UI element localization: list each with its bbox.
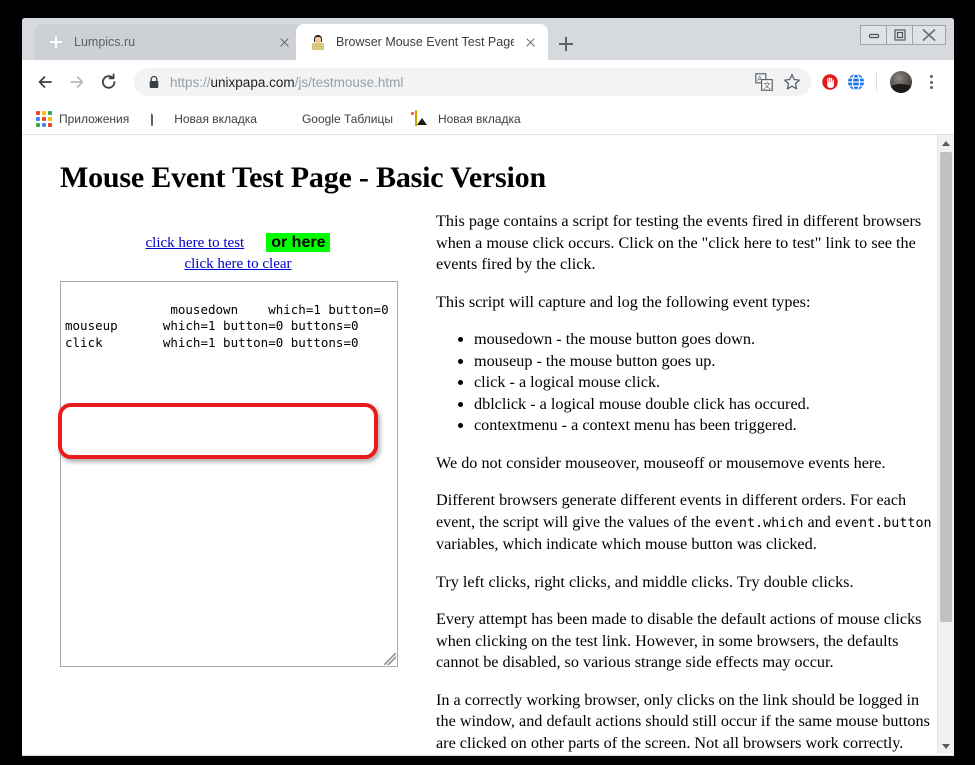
page-title: Mouse Event Test Page - Basic Version	[60, 161, 937, 195]
list-item: mousedown - the mouse button goes down.	[474, 329, 936, 351]
paragraph-event-types-lead: This script will capture and log the fol…	[436, 292, 936, 314]
adblock-extension-icon[interactable]	[817, 69, 843, 95]
new-tab-button[interactable]	[553, 31, 579, 57]
apps-grid-icon	[36, 111, 52, 127]
list-item: click - a logical mouse click.	[474, 372, 936, 394]
forward-button[interactable]	[62, 67, 92, 97]
click-here-to-test-link[interactable]: click here to test	[146, 235, 245, 251]
scrollbar-thumb[interactable]	[940, 152, 952, 622]
vertical-scrollbar[interactable]	[937, 135, 954, 755]
image-icon	[415, 111, 431, 127]
bookmark-star-icon[interactable]	[779, 69, 805, 95]
avatar[interactable]	[890, 71, 912, 93]
list-item: mouseup - the mouse button goes up.	[474, 351, 936, 373]
scroll-down-arrow-icon[interactable]	[938, 738, 954, 755]
test-links-row: click here to test or here	[60, 211, 416, 253]
tab-title: Lumpics.ru	[74, 35, 268, 49]
google-sheets-icon	[279, 111, 295, 127]
window-controls	[861, 25, 946, 45]
viewport-bottom-edge	[22, 754, 954, 755]
bookmark-label: Google Таблицы	[302, 112, 393, 126]
event-log-text: mousedown which=1 button=0 buttons=1 mou…	[65, 302, 398, 350]
paragraph-not-considered: We do not consider mouseover, mouseoff o…	[436, 453, 936, 475]
para4-part2: and	[803, 513, 834, 531]
clear-link-row: click here to clear	[60, 255, 416, 273]
translate-icon[interactable]: A 文	[751, 69, 777, 95]
browser-window: Lumpics.ru Browser Mouse Event Test Page	[22, 18, 954, 756]
paragraph-different-browsers: Different browsers generate different ev…	[436, 490, 936, 556]
bookmark-new-tab-1[interactable]: Новая вкладка	[151, 111, 257, 127]
scroll-up-arrow-icon[interactable]	[938, 135, 954, 152]
bookmark-apps[interactable]: Приложения	[36, 111, 129, 127]
list-item: contextmenu - a context menu has been tr…	[474, 415, 936, 437]
maximize-button[interactable]	[886, 25, 913, 45]
svg-text:文: 文	[763, 80, 771, 90]
page-viewport: Mouse Event Test Page - Basic Version cl…	[22, 135, 954, 755]
or-here-highlight[interactable]: or here	[266, 233, 330, 252]
para4-part3: variables, which indicate which mouse bu…	[436, 535, 817, 553]
list-item: dblclick - a logical mouse double click …	[474, 394, 936, 416]
code-event-button: event.button	[835, 516, 932, 531]
left-column: click here to test or here click here to …	[60, 211, 416, 667]
toolbar-divider	[876, 73, 877, 91]
close-icon[interactable]	[274, 32, 294, 52]
globe-extension-icon[interactable]	[843, 69, 869, 95]
paragraph-correct-browser: In a correctly working browser, only cli…	[436, 690, 936, 755]
paragraph-default-actions: Every attempt has been made to disable t…	[436, 609, 936, 674]
bookmark-label: Новая вкладка	[174, 112, 257, 126]
close-button[interactable]	[912, 25, 946, 45]
bookmark-label: Новая вкладка	[438, 112, 521, 126]
tab-lumpics[interactable]: Lumpics.ru	[34, 24, 302, 60]
click-here-to-clear-link[interactable]: click here to clear	[184, 256, 291, 272]
paragraph-try-clicks: Try left clicks, right clicks, and middl…	[436, 572, 936, 594]
bookmark-new-tab-2[interactable]: Новая вкладка	[415, 111, 521, 127]
url-text: https://unixpapa.com/js/testmouse.html	[170, 75, 751, 90]
bookmarks-bar: Приложения Новая вкладка Google Таблицы …	[22, 104, 954, 135]
minimize-button[interactable]	[860, 25, 887, 45]
paragraph-intro: This page contains a script for testing …	[436, 211, 936, 276]
tab-title: Browser Mouse Event Test Page	[336, 35, 514, 49]
page-content: Mouse Event Test Page - Basic Version cl…	[22, 135, 937, 755]
address-bar[interactable]: https://unixpapa.com/js/testmouse.html A…	[134, 68, 811, 96]
right-column: This page contains a script for testing …	[436, 211, 936, 755]
code-event-which: event.which	[715, 516, 804, 531]
close-icon[interactable]	[520, 32, 540, 52]
chrome-menu-icon[interactable]	[918, 69, 944, 95]
event-types-list: mousedown - the mouse button goes down. …	[436, 329, 936, 437]
tab-strip: Lumpics.ru Browser Mouse Event Test Page	[22, 18, 954, 60]
bookmark-label: Приложения	[59, 112, 129, 126]
orange-slice-icon	[48, 34, 64, 50]
bookmark-google-sheets[interactable]: Google Таблицы	[279, 111, 393, 127]
resize-handle-icon[interactable]	[384, 653, 396, 665]
lock-icon	[148, 75, 160, 89]
omnibox-actions: A 文	[751, 69, 805, 95]
browser-toolbar: https://unixpapa.com/js/testmouse.html A…	[22, 60, 954, 104]
page-icon	[151, 111, 167, 127]
screenshot-root: Lumpics.ru Browser Mouse Event Test Page	[0, 0, 975, 765]
event-log-textarea[interactable]: mousedown which=1 button=0 buttons=1 mou…	[60, 281, 398, 667]
back-button[interactable]	[30, 67, 60, 97]
tab-mouse-event-test-page[interactable]: Browser Mouse Event Test Page	[296, 24, 548, 60]
person-avatar-icon	[310, 34, 326, 50]
reload-button[interactable]	[94, 67, 124, 97]
